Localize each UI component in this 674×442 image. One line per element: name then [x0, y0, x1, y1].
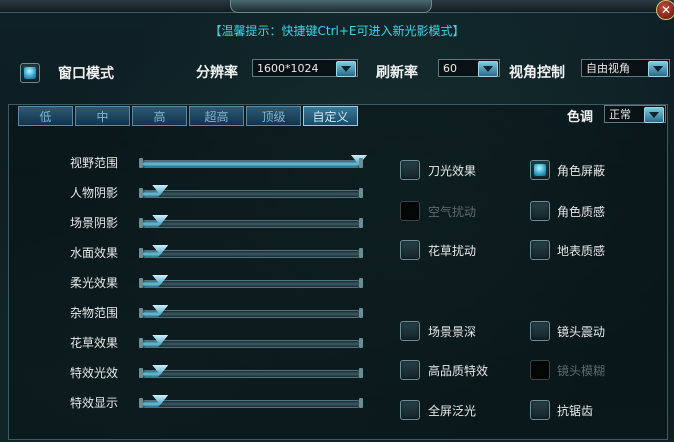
tone-select[interactable]: 正常: [604, 105, 666, 123]
option-checkbox[interactable]: [400, 160, 420, 180]
slider-end-cap: [359, 368, 363, 378]
option-label: 角色质感: [557, 205, 606, 219]
tab-top[interactable]: 顶级: [246, 106, 301, 126]
option-checkbox: [530, 360, 550, 380]
resolution-select[interactable]: 1600*1024: [252, 59, 358, 77]
option-label: 镜头模糊: [557, 364, 606, 378]
slider-fill: [143, 161, 359, 167]
tab-ultra[interactable]: 超高: [189, 106, 244, 126]
slider-label: 人物阴影: [70, 186, 119, 200]
refresh-value: 60: [443, 62, 457, 75]
slider-fill: [143, 221, 161, 227]
tab-medium[interactable]: 中: [75, 106, 130, 126]
hint-text: 【温馨提示：快捷键Ctrl+E可进入新光影模式】: [209, 24, 465, 38]
slider-track[interactable]: [139, 335, 363, 348]
slider-row: 水面效果: [70, 242, 370, 262]
slider-row: 特效光效: [70, 362, 370, 382]
slider-row: 花草效果: [70, 332, 370, 352]
slider-end-cap: [359, 188, 363, 198]
option-checkbox[interactable]: [400, 360, 420, 380]
slider-track[interactable]: [139, 305, 363, 318]
chevron-down-icon[interactable]: [644, 107, 664, 123]
slider-label: 柔光效果: [70, 276, 119, 290]
slider-track[interactable]: [139, 275, 363, 288]
option-checkbox[interactable]: [530, 240, 550, 260]
refresh-select[interactable]: 60: [438, 59, 500, 77]
slider-row: 场景阴影: [70, 212, 370, 232]
title-plate: [230, 0, 432, 13]
slider-fill: [143, 341, 161, 347]
slider-fill: [143, 371, 161, 377]
slider-track[interactable]: [139, 365, 363, 378]
slider-end-cap: [359, 308, 363, 318]
tone-value: 正常: [609, 108, 631, 121]
option-checkbox[interactable]: [530, 321, 550, 341]
view-control-label: 视角控制: [509, 65, 565, 81]
slider-track[interactable]: [139, 395, 363, 408]
slider-track[interactable]: [139, 155, 367, 168]
option-label: 镜头震动: [557, 325, 606, 339]
slider-label: 杂物范围: [70, 306, 119, 320]
slider-fill: [143, 281, 161, 287]
slider-end-cap: [359, 338, 363, 348]
option-label: 高品质特效: [428, 364, 489, 378]
option-checkbox[interactable]: [530, 201, 550, 221]
slider-label: 视野范围: [70, 156, 119, 170]
quality-tabs: 低 中 高 超高 顶级 自定义: [18, 106, 358, 127]
slider-end-cap: [359, 398, 363, 408]
tab-low[interactable]: 低: [18, 106, 73, 126]
option-label: 场景景深: [428, 325, 477, 339]
slider-label: 场景阴影: [70, 216, 119, 230]
slider-end-cap: [359, 278, 363, 288]
chevron-down-icon[interactable]: [336, 61, 356, 77]
option-label: 刀光效果: [428, 164, 477, 178]
slider-row: 杂物范围: [70, 302, 370, 322]
slider-label: 特效光效: [70, 366, 119, 380]
slider-label: 特效显示: [70, 396, 119, 410]
tab-custom[interactable]: 自定义: [303, 106, 358, 126]
option-label: 角色屏蔽: [557, 164, 606, 178]
option-checkbox[interactable]: [530, 400, 550, 420]
resolution-label: 分辨率: [196, 65, 238, 81]
option-label: 地表质感: [557, 244, 606, 258]
resolution-value: 1600*1024: [257, 62, 319, 75]
slider-end-cap: [359, 248, 363, 258]
option-checkbox[interactable]: [400, 240, 420, 260]
slider-track[interactable]: [139, 215, 363, 228]
option-label: 空气扰动: [428, 205, 477, 219]
window-mode-checkbox[interactable]: [20, 63, 40, 83]
option-checkbox[interactable]: [400, 400, 420, 420]
tone-label: 色调: [567, 110, 594, 125]
option-label: 全屏泛光: [428, 404, 477, 418]
slider-fill: [143, 401, 161, 407]
slider-row: 视野范围: [70, 152, 370, 172]
slider-row: 人物阴影: [70, 182, 370, 202]
tab-high[interactable]: 高: [132, 106, 187, 126]
slider-track[interactable]: [139, 185, 363, 198]
chevron-down-icon[interactable]: [648, 61, 668, 77]
slider-label: 花草效果: [70, 336, 119, 350]
slider-track[interactable]: [139, 245, 363, 258]
option-checkbox[interactable]: [530, 160, 550, 180]
option-label: 花草扰动: [428, 244, 477, 258]
chevron-down-icon[interactable]: [478, 61, 498, 77]
slider-fill: [143, 311, 161, 317]
refresh-label: 刷新率: [376, 65, 418, 81]
view-control-value: 自由视角: [586, 62, 630, 75]
slider-end-cap: [359, 158, 363, 168]
view-control-select[interactable]: 自由视角: [581, 59, 670, 77]
close-button[interactable]: ✕: [656, 0, 674, 20]
slider-fill: [143, 251, 161, 257]
option-checkbox[interactable]: [400, 321, 420, 341]
slider-row: 柔光效果: [70, 272, 370, 292]
option-label: 抗锯齿: [557, 404, 594, 418]
window-mode-label: 窗口模式: [58, 66, 114, 82]
slider-row: 特效显示: [70, 392, 370, 412]
slider-end-cap: [359, 218, 363, 228]
slider-label: 水面效果: [70, 246, 119, 260]
option-checkbox: [400, 201, 420, 221]
slider-fill: [143, 191, 161, 197]
